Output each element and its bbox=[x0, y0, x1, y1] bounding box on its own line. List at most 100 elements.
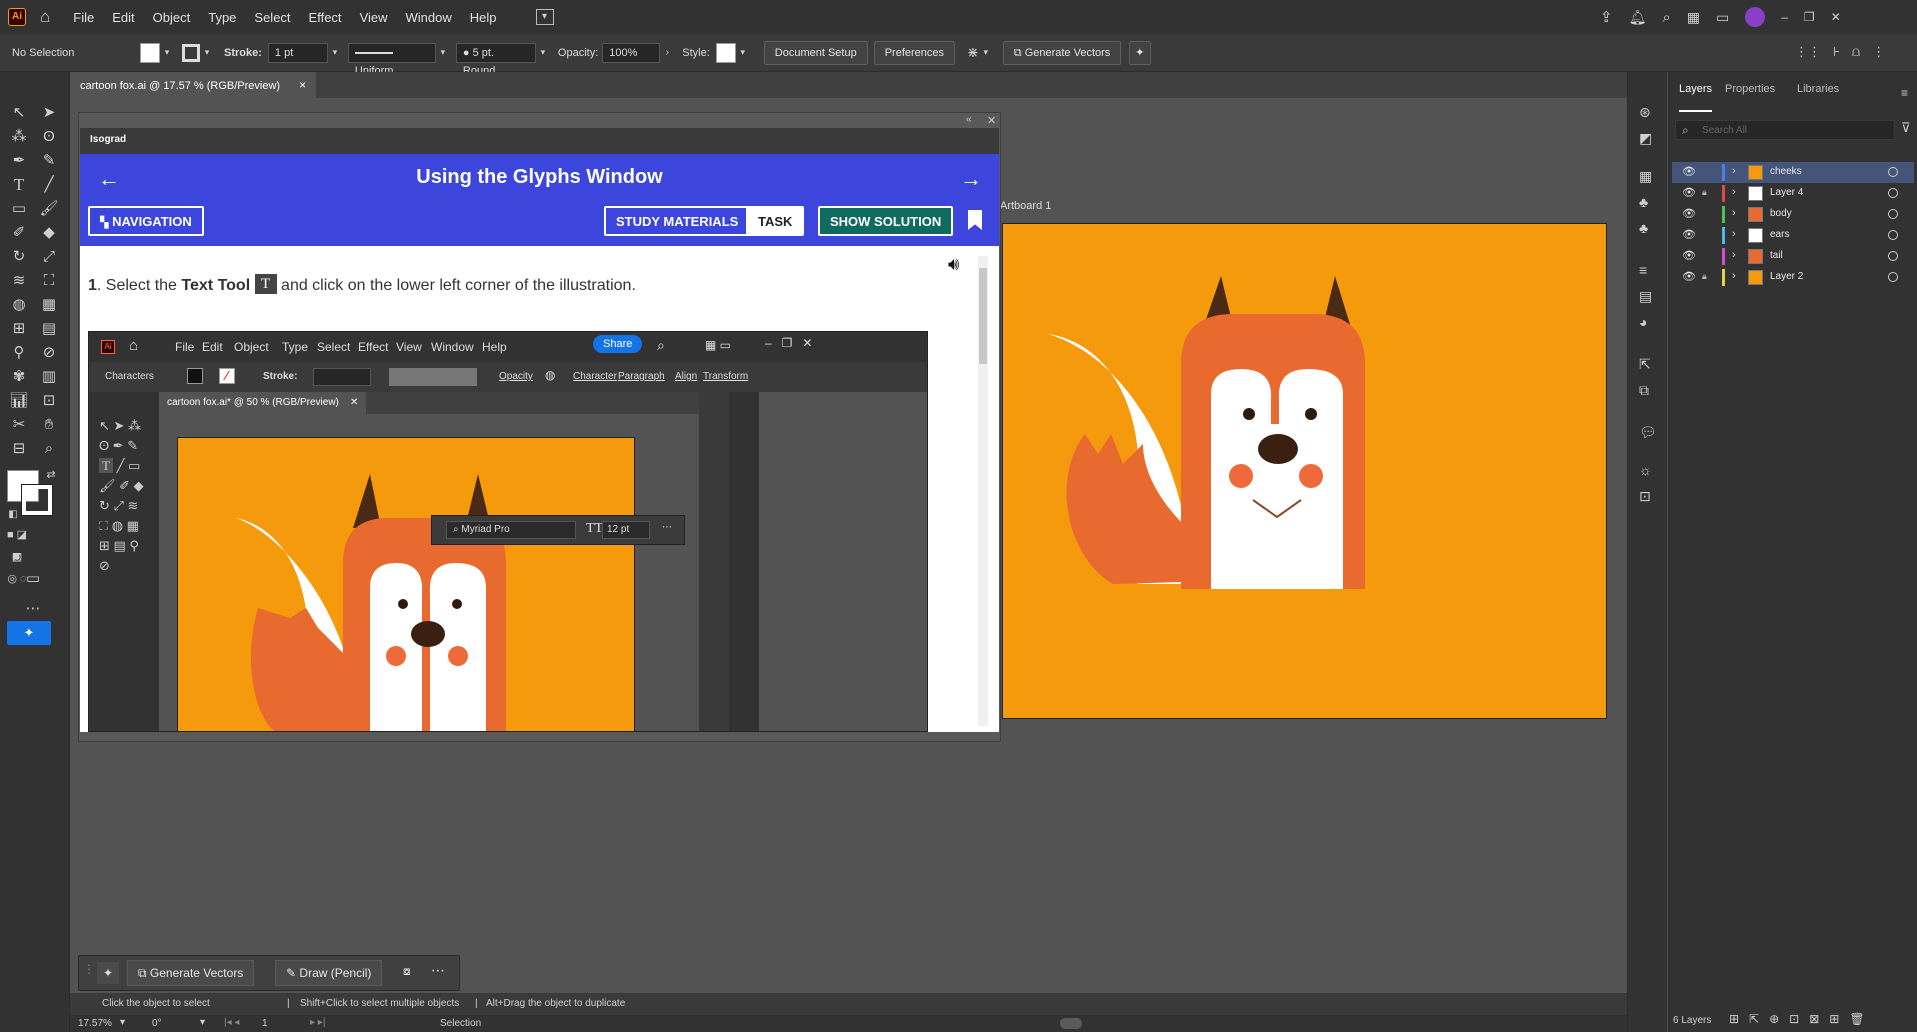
layer-row[interactable]: 👁︎ › body bbox=[1672, 204, 1914, 225]
share-icon[interactable]: ⇪ bbox=[1600, 8, 1613, 26]
rotation-field[interactable]: 0° bbox=[152, 1018, 162, 1029]
study-materials-button[interactable]: STUDY MATERIALS bbox=[604, 206, 751, 236]
next-arrow-icon[interactable]: → bbox=[960, 166, 982, 192]
menu-file[interactable]: File bbox=[64, 10, 103, 25]
notifications-icon[interactable]: 🔔︎ bbox=[1629, 9, 1647, 26]
layers-footer-icons[interactable]: ⊞⇱⊕⊡⊠⊞🗑︎ bbox=[1729, 1012, 1875, 1026]
mesh-tool-icon[interactable]: ⊞ bbox=[8, 318, 30, 340]
layer-name[interactable]: tail bbox=[1770, 250, 1783, 261]
target-circle-icon[interactable] bbox=[1888, 272, 1898, 282]
artboard[interactable] bbox=[1002, 223, 1607, 719]
lock-icon[interactable]: 🔒︎ bbox=[1702, 271, 1707, 282]
expand-chevron-icon[interactable]: › bbox=[1732, 249, 1736, 261]
expand-chevron-icon[interactable]: › bbox=[1732, 270, 1736, 282]
hand-tool-icon[interactable]: ✋︎ bbox=[38, 414, 60, 436]
envelope-icon[interactable]: ⩍ bbox=[1852, 44, 1860, 60]
scrollbar-thumb[interactable] bbox=[979, 268, 987, 364]
layer-name[interactable]: ears bbox=[1770, 229, 1789, 240]
zoom-field[interactable]: 17.57% bbox=[78, 1018, 112, 1029]
chevron-down-icon[interactable]: ▾ bbox=[200, 47, 214, 58]
arrange-documents-icon[interactable]: ▾ bbox=[535, 9, 554, 25]
layer-name[interactable]: Layer 2 bbox=[1770, 271, 1803, 282]
brushes-panel-icon[interactable]: ▦ bbox=[1639, 168, 1652, 185]
shaper-tool-icon[interactable]: ✐ bbox=[8, 222, 30, 244]
visibility-eye-icon[interactable]: 👁︎ bbox=[1682, 229, 1696, 241]
generative-fill-icon[interactable]: ✦ bbox=[97, 962, 119, 984]
style-swatch[interactable] bbox=[715, 42, 736, 63]
magic-wand-tool-icon[interactable]: ⁂ bbox=[8, 126, 30, 148]
swatches-panel-icon[interactable]: ◩ bbox=[1639, 130, 1652, 147]
gradient-panel-icon[interactable]: ▤ bbox=[1639, 288, 1652, 305]
transform-icon[interactable]: ⋇ bbox=[967, 44, 979, 61]
type-tool-icon[interactable]: T bbox=[8, 174, 30, 196]
tab-libraries[interactable]: Libraries bbox=[1797, 78, 1839, 112]
fill-swatch[interactable] bbox=[140, 42, 160, 63]
rectangle-tool-icon[interactable]: ▭ bbox=[8, 198, 30, 220]
layer-row[interactable]: 👁︎ 🔒︎ › Layer 2 bbox=[1672, 267, 1914, 288]
layer-row[interactable]: 👁︎ 🔒︎ › Layer 4 bbox=[1672, 183, 1914, 204]
panel-icon[interactable]: ▭ bbox=[1716, 9, 1729, 26]
curvature-tool-icon[interactable]: ✎ bbox=[38, 150, 60, 172]
color-panel-icon[interactable]: ⊛ bbox=[1639, 104, 1651, 121]
audio-icon[interactable]: 🔊︎ bbox=[948, 254, 959, 275]
artboard-number-field[interactable]: 1 bbox=[262, 1018, 268, 1029]
expand-chevron-icon[interactable]: › bbox=[1732, 207, 1736, 219]
align-icon[interactable]: ⋮⋮ bbox=[1795, 44, 1821, 60]
close-window-icon[interactable]: ✕ bbox=[1831, 10, 1841, 24]
generative-tool-icon[interactable]: ✦ bbox=[7, 621, 51, 645]
artboard-options-icon[interactable]: ⧇ bbox=[403, 964, 411, 979]
selection-tool-icon[interactable]: ↖ bbox=[8, 102, 30, 124]
menu-select[interactable]: Select bbox=[245, 10, 299, 25]
filter-icon[interactable]: ⊽ bbox=[1901, 120, 1911, 136]
artboard-label[interactable]: Artboard 1 bbox=[1000, 200, 1051, 212]
target-circle-icon[interactable] bbox=[1888, 188, 1898, 198]
chevron-down-icon[interactable]: ▾ bbox=[536, 47, 550, 58]
draw-pencil-button[interactable]: ✎ Draw (Pencil) bbox=[275, 960, 383, 986]
lock-icon[interactable]: 🔒︎ bbox=[1702, 187, 1707, 198]
shape-builder-tool-icon[interactable]: ◍ bbox=[8, 294, 30, 316]
color-mode-icon[interactable]: ■ ◪ ◩ bbox=[6, 524, 28, 563]
user-avatar-icon[interactable] bbox=[1745, 7, 1766, 27]
chevron-down-icon[interactable]: ▾ bbox=[979, 47, 993, 58]
menu-help[interactable]: Help bbox=[461, 10, 506, 25]
export-panel-icon[interactable]: ⇱ bbox=[1639, 356, 1651, 373]
show-solution-button[interactable]: SHOW SOLUTION bbox=[818, 206, 954, 236]
direct-selection-tool-icon[interactable]: ➤ bbox=[38, 102, 60, 124]
swap-colors-icon[interactable]: ⇄ bbox=[40, 464, 62, 486]
line-tool-icon[interactable]: ╱ bbox=[38, 174, 60, 196]
blend-tool-icon[interactable]: ⊘ bbox=[38, 342, 60, 364]
generate-vectors-button[interactable]: ⧉ Generate Vectors bbox=[1002, 40, 1122, 65]
chevron-down-icon[interactable]: ▾ bbox=[160, 47, 174, 58]
tab-properties[interactable]: Properties bbox=[1725, 78, 1775, 112]
transparency-panel-icon[interactable]: ◕ bbox=[1639, 314, 1647, 330]
rotation-dropdown-icon[interactable]: ▾ bbox=[200, 1017, 205, 1028]
scale-tool-icon[interactable]: ⤢ bbox=[38, 246, 60, 268]
artboard-nav-next-icon[interactable]: ▸ ▸| bbox=[310, 1017, 325, 1028]
appearance-panel-icon[interactable]: ☼ bbox=[1639, 462, 1652, 478]
eyedropper-tool-icon[interactable]: ⚲ bbox=[8, 342, 30, 364]
layer-name[interactable]: Layer 4 bbox=[1770, 187, 1803, 198]
close-tab-icon[interactable]: × bbox=[299, 78, 306, 92]
more-options-icon[interactable]: ⋮ bbox=[1872, 44, 1885, 60]
layer-name[interactable]: body bbox=[1770, 208, 1792, 219]
menu-effect[interactable]: Effect bbox=[300, 10, 351, 25]
default-colors-icon[interactable]: ◧ bbox=[2, 504, 24, 526]
eraser-tool-icon[interactable]: ◆ bbox=[38, 222, 60, 244]
workspace-icon[interactable]: ▦ bbox=[1687, 9, 1700, 26]
stroke-swatch[interactable] bbox=[182, 43, 200, 62]
stroke-weight-field[interactable]: 1 pt bbox=[267, 42, 328, 63]
menu-view[interactable]: View bbox=[351, 10, 397, 25]
stroke-panel-icon[interactable]: ≡ bbox=[1639, 262, 1647, 278]
artboard-nav-prev-icon[interactable]: |◂ ◂ bbox=[224, 1017, 239, 1028]
expand-chevron-icon[interactable]: › bbox=[1732, 165, 1736, 177]
visibility-eye-icon[interactable]: 👁︎ bbox=[1682, 271, 1696, 283]
minimize-icon[interactable]: – bbox=[1781, 10, 1788, 24]
screen-mode-icon[interactable]: ▭ bbox=[22, 568, 44, 590]
perspective-grid-tool-icon[interactable]: ▦ bbox=[38, 294, 60, 316]
artboard-tool-icon[interactable]: ⊡ bbox=[38, 390, 60, 412]
document-setup-button[interactable]: Document Setup bbox=[763, 40, 868, 65]
zoom-dropdown-icon[interactable]: ▾ bbox=[120, 1017, 125, 1028]
comments-panel-icon[interactable]: 💬︎ bbox=[1639, 424, 1657, 441]
zoom-tool-icon[interactable]: ⌕ bbox=[38, 438, 60, 460]
symbols-panel-icon[interactable]: ♣ bbox=[1639, 194, 1648, 210]
